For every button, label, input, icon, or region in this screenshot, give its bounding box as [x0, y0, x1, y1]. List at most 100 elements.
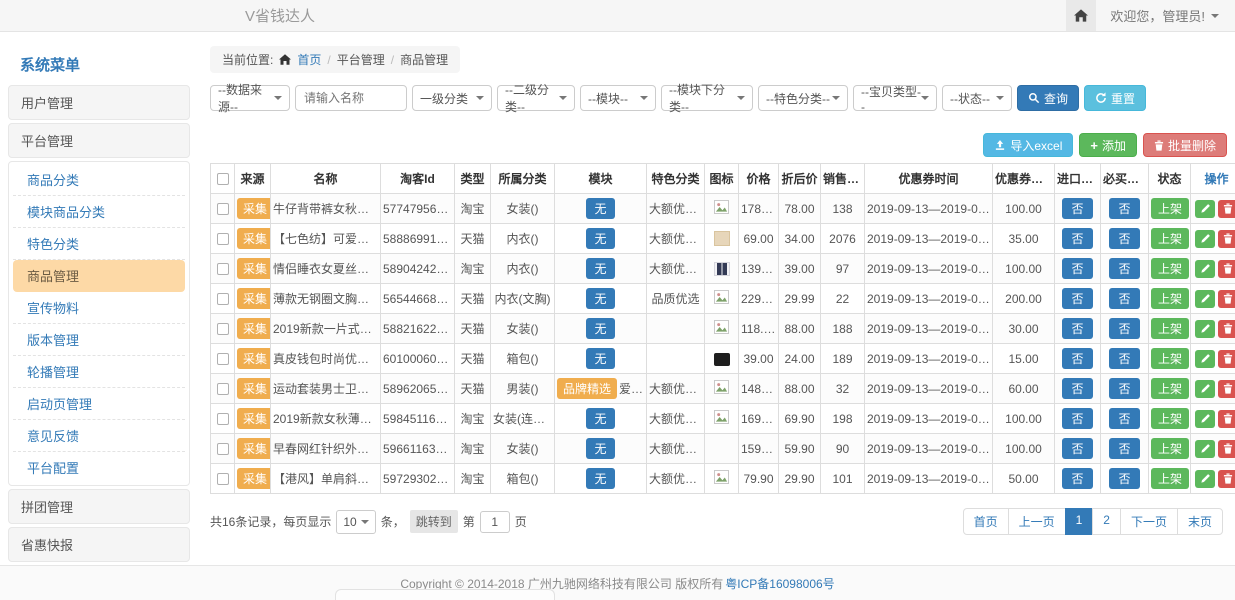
row-checkbox[interactable] — [217, 203, 229, 215]
pager-item[interactable]: 末页 — [1177, 508, 1223, 535]
pager-item[interactable]: 上一页 — [1008, 508, 1066, 535]
select-feature-category[interactable]: --特色分类-- — [758, 85, 848, 111]
row-edit-button[interactable] — [1195, 380, 1215, 398]
import-optimal-button[interactable]: 否 — [1062, 408, 1092, 429]
row-checkbox[interactable] — [217, 233, 229, 245]
import-optimal-button[interactable]: 否 — [1062, 258, 1092, 279]
breadcrumb-home-link[interactable]: 首页 — [297, 51, 321, 68]
select-status[interactable]: --状态-- — [942, 85, 1012, 111]
row-checkbox[interactable] — [217, 353, 229, 365]
sidebar-group[interactable]: 拼团管理 — [8, 489, 190, 524]
sidebar-item[interactable]: 平台配置 — [13, 452, 185, 483]
import-optimal-button[interactable]: 否 — [1062, 288, 1092, 309]
sidebar-item[interactable]: 特色分类 — [13, 228, 185, 260]
add-button[interactable]: + 添加 — [1079, 133, 1137, 157]
user-dropdown[interactable]: 欢迎您，管理员! — [1096, 6, 1235, 25]
select-module-subcategory[interactable]: --模块下分类-- — [661, 85, 753, 111]
row-delete-button[interactable] — [1218, 380, 1235, 398]
row-edit-button[interactable] — [1195, 440, 1215, 458]
status-button[interactable]: 上架 — [1151, 378, 1189, 399]
name-search-input[interactable] — [295, 85, 407, 111]
must-buy-button[interactable]: 否 — [1109, 198, 1139, 219]
sidebar-item[interactable]: 意见反馈 — [13, 420, 185, 452]
row-checkbox[interactable] — [217, 263, 229, 275]
row-delete-button[interactable] — [1218, 290, 1235, 308]
select-secondary-category[interactable]: --二级分类-- — [497, 85, 575, 111]
select-module[interactable]: --模块-- — [580, 85, 656, 111]
sidebar-item[interactable]: 版本管理 — [13, 324, 185, 356]
select-data-source[interactable]: --数据来源-- — [210, 85, 290, 111]
status-button[interactable]: 上架 — [1151, 468, 1189, 489]
row-checkbox[interactable] — [217, 473, 229, 485]
row-delete-button[interactable] — [1218, 230, 1235, 248]
row-edit-button[interactable] — [1195, 320, 1215, 338]
sidebar-group[interactable]: 用户管理 — [8, 85, 190, 120]
import-optimal-button[interactable]: 否 — [1062, 468, 1092, 489]
sidebar-group[interactable]: 省惠快报 — [8, 527, 190, 562]
must-buy-button[interactable]: 否 — [1109, 348, 1139, 369]
pager-item[interactable]: 2 — [1092, 508, 1121, 535]
status-button[interactable]: 上架 — [1151, 408, 1189, 429]
row-edit-button[interactable] — [1195, 230, 1215, 248]
row-checkbox[interactable] — [217, 293, 229, 305]
status-button[interactable]: 上架 — [1151, 348, 1189, 369]
must-buy-button[interactable]: 否 — [1109, 318, 1139, 339]
select-item-type[interactable]: --宝贝类型-- — [853, 85, 937, 111]
select-primary-category[interactable]: 一级分类 — [412, 85, 492, 111]
sidebar-item[interactable]: 轮播管理 — [13, 356, 185, 388]
row-delete-button[interactable] — [1218, 470, 1235, 488]
sidebar-item[interactable]: 启动页管理 — [13, 388, 185, 420]
must-buy-button[interactable]: 否 — [1109, 258, 1139, 279]
import-optimal-button[interactable]: 否 — [1062, 348, 1092, 369]
pager-item[interactable]: 下一页 — [1120, 508, 1178, 535]
pager-item[interactable]: 1 — [1065, 508, 1094, 535]
status-button[interactable]: 上架 — [1151, 228, 1189, 249]
row-checkbox[interactable] — [217, 413, 229, 425]
sidebar-item[interactable]: 商品管理 — [13, 260, 185, 292]
must-buy-button[interactable]: 否 — [1109, 288, 1139, 309]
sidebar-item[interactable]: 商品分类 — [13, 164, 185, 196]
import-optimal-button[interactable]: 否 — [1062, 198, 1092, 219]
import-optimal-button[interactable]: 否 — [1062, 228, 1092, 249]
query-button[interactable]: 查询 — [1017, 85, 1079, 111]
sidebar-item[interactable]: 宣传物料 — [13, 292, 185, 324]
pager-item[interactable]: 首页 — [963, 508, 1009, 535]
row-delete-button[interactable] — [1218, 200, 1235, 218]
must-buy-button[interactable]: 否 — [1109, 438, 1139, 459]
row-edit-button[interactable] — [1195, 200, 1215, 218]
select-all-checkbox[interactable] — [217, 173, 229, 185]
status-button[interactable]: 上架 — [1151, 438, 1189, 459]
row-checkbox[interactable] — [217, 323, 229, 335]
import-excel-button[interactable]: 导入excel — [983, 133, 1073, 157]
row-delete-button[interactable] — [1218, 260, 1235, 278]
status-button[interactable]: 上架 — [1151, 318, 1189, 339]
must-buy-button[interactable]: 否 — [1109, 378, 1139, 399]
home-nav-button[interactable] — [1066, 0, 1096, 31]
row-edit-button[interactable] — [1195, 350, 1215, 368]
icp-link[interactable]: 粤ICP备16098006号 — [725, 575, 834, 592]
import-optimal-button[interactable]: 否 — [1062, 318, 1092, 339]
row-edit-button[interactable] — [1195, 470, 1215, 488]
row-delete-button[interactable] — [1218, 350, 1235, 368]
reset-button[interactable]: 重置 — [1084, 85, 1146, 111]
sidebar-group[interactable]: 平台管理 — [8, 123, 190, 158]
row-delete-button[interactable] — [1218, 320, 1235, 338]
status-button[interactable]: 上架 — [1151, 198, 1189, 219]
row-checkbox[interactable] — [217, 443, 229, 455]
per-page-select[interactable]: 10 — [336, 510, 375, 534]
must-buy-button[interactable]: 否 — [1109, 228, 1139, 249]
row-checkbox[interactable] — [217, 383, 229, 395]
row-edit-button[interactable] — [1195, 290, 1215, 308]
must-buy-button[interactable]: 否 — [1109, 468, 1139, 489]
row-edit-button[interactable] — [1195, 410, 1215, 428]
sidebar-item[interactable]: 模块商品分类 — [13, 196, 185, 228]
row-delete-button[interactable] — [1218, 440, 1235, 458]
row-delete-button[interactable] — [1218, 410, 1235, 428]
batch-delete-button[interactable]: 批量删除 — [1143, 133, 1227, 157]
row-edit-button[interactable] — [1195, 260, 1215, 278]
status-button[interactable]: 上架 — [1151, 288, 1189, 309]
import-optimal-button[interactable]: 否 — [1062, 438, 1092, 459]
import-optimal-button[interactable]: 否 — [1062, 378, 1092, 399]
status-button[interactable]: 上架 — [1151, 258, 1189, 279]
page-jump-input[interactable] — [480, 511, 510, 533]
